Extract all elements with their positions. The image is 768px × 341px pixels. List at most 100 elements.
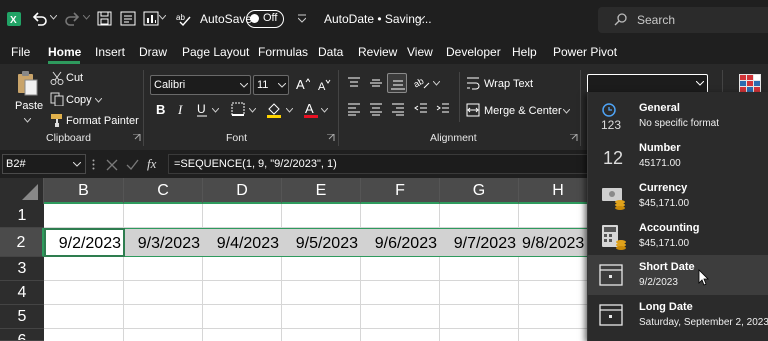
customize-dropdown-icon[interactable] [159, 15, 166, 20]
format-painter-label[interactable]: Format Painter [66, 115, 139, 127]
clipboard-launcher-icon[interactable] [133, 134, 141, 142]
tab-draw[interactable]: Draw [139, 45, 167, 59]
row-header-5[interactable]: 5 [0, 305, 44, 329]
paste-icon[interactable] [16, 70, 38, 96]
format-option-accounting[interactable]: Accounting $45,171.00 [588, 216, 768, 256]
fill-dropdown-icon[interactable] [286, 108, 293, 113]
row-header-6[interactable]: 6 [0, 329, 44, 341]
decrease-font-icon[interactable]: A [318, 79, 332, 91]
tab-view[interactable]: View [407, 45, 433, 59]
column-header-e[interactable]: E [282, 178, 361, 204]
column-header-d[interactable]: D [203, 178, 282, 204]
format-painter-icon[interactable] [50, 113, 64, 127]
tab-data[interactable]: Data [318, 45, 343, 59]
column-header-f[interactable]: F [361, 178, 440, 204]
cell-d2[interactable]: 9/4/2023 [203, 230, 279, 257]
font-name-select[interactable]: Calibri [150, 75, 251, 95]
row-header-2[interactable]: 2 [0, 228, 44, 257]
chart-icon[interactable] [143, 11, 159, 26]
row-header-4[interactable]: 4 [0, 281, 44, 305]
underline-icon[interactable]: U [196, 102, 208, 117]
font-launcher-icon[interactable] [327, 134, 335, 142]
cell-e2[interactable]: 9/5/2023 [282, 230, 358, 257]
align-right-icon[interactable] [391, 102, 405, 116]
title-chevron-down-icon[interactable] [417, 16, 425, 21]
format-option-general[interactable]: 123 General No specific format [588, 96, 768, 136]
tab-review[interactable]: Review [358, 45, 397, 59]
align-left-icon[interactable] [347, 102, 361, 116]
row-header-3[interactable]: 3 [0, 257, 44, 281]
redo-dropdown-icon[interactable] [83, 15, 90, 20]
merge-center-icon[interactable] [466, 103, 480, 117]
increase-font-icon[interactable]: A [296, 77, 310, 91]
insert-function-icon[interactable]: fx [147, 156, 156, 172]
select-all-button[interactable] [0, 178, 44, 204]
format-option-long-date[interactable]: Long Date Saturday, September 2, 2023 [588, 295, 768, 335]
column-header-b[interactable]: B [44, 178, 124, 204]
cell-c2[interactable]: 9/3/2023 [124, 230, 200, 257]
search-box[interactable]: Search [598, 7, 768, 33]
orientation-icon[interactable]: ab [414, 75, 430, 90]
row-header-1[interactable]: 1 [0, 204, 44, 228]
conditional-formatting-icon[interactable] [739, 74, 761, 94]
underline-dropdown-icon[interactable] [212, 108, 219, 113]
undo-icon[interactable] [31, 11, 49, 27]
merge-center-label[interactable]: Merge & Center [484, 105, 562, 117]
format-option-currency[interactable]: Currency $45,171.00 [588, 176, 768, 216]
copy-label[interactable]: Copy [66, 94, 92, 106]
merge-dropdown-icon[interactable] [563, 109, 570, 114]
align-center-icon[interactable] [369, 102, 383, 116]
font-color-icon[interactable]: A [304, 101, 318, 118]
more-icon[interactable] [92, 159, 95, 170]
increase-indent-icon[interactable] [436, 102, 450, 116]
cancel-icon[interactable] [106, 159, 118, 171]
tab-insert[interactable]: Insert [95, 45, 125, 59]
tab-developer[interactable]: Developer [446, 45, 501, 59]
align-bottom-icon[interactable] [387, 73, 407, 93]
copy-icon[interactable] [50, 92, 64, 106]
align-top-icon[interactable] [347, 76, 361, 90]
cell-b2[interactable]: 9/2/2023 [46, 230, 121, 257]
column-header-c[interactable]: C [124, 178, 203, 204]
align-middle-icon[interactable] [369, 76, 383, 90]
chevron-down-icon[interactable] [73, 162, 81, 167]
tab-help[interactable]: Help [512, 45, 537, 59]
font-size-select[interactable]: 11 [253, 75, 289, 95]
format-option-short-date[interactable]: Short Date 9/2/2023 [588, 255, 768, 295]
italic-icon[interactable]: I [176, 102, 188, 116]
borders-icon[interactable] [231, 102, 245, 116]
cell-g2[interactable]: 9/7/2023 [440, 230, 516, 257]
document-title[interactable]: AutoDate • Saving... [324, 12, 432, 26]
borders-dropdown-icon[interactable] [249, 108, 256, 113]
spelling-icon[interactable]: ab [176, 11, 192, 26]
cut-label[interactable]: Cut [66, 72, 83, 84]
alignment-launcher-icon[interactable] [570, 134, 578, 142]
orientation-dropdown-icon[interactable] [433, 81, 440, 86]
enter-icon[interactable] [126, 159, 139, 171]
undo-dropdown-icon[interactable] [50, 15, 57, 20]
qat-customize-icon[interactable] [298, 14, 306, 23]
column-header-g[interactable]: G [440, 178, 519, 204]
tab-file[interactable]: File [11, 45, 30, 59]
tab-formulas[interactable]: Formulas [258, 45, 308, 59]
fill-color-icon[interactable] [266, 101, 282, 118]
tab-power-pivot[interactable]: Power Pivot [553, 45, 617, 59]
redo-icon[interactable] [63, 11, 81, 27]
tab-home[interactable]: Home [48, 45, 81, 59]
cell-h2[interactable]: 9/8/2023 [522, 230, 587, 257]
tab-page-layout[interactable]: Page Layout [182, 45, 249, 59]
cell-f2[interactable]: 9/6/2023 [361, 230, 437, 257]
copy-dropdown-icon[interactable] [95, 98, 102, 103]
format-option-number[interactable]: 12 Number 45171.00 [588, 136, 768, 176]
cut-icon[interactable] [50, 71, 64, 85]
paste-dropdown-icon[interactable] [24, 118, 31, 123]
wrap-text-label[interactable]: Wrap Text [484, 78, 533, 90]
autosave-toggle[interactable]: Off [246, 10, 284, 28]
print-preview-icon[interactable] [120, 11, 136, 26]
paste-label[interactable]: Paste [15, 100, 43, 112]
name-box[interactable]: B2# [2, 154, 86, 174]
bold-icon[interactable]: B [155, 102, 167, 116]
save-icon[interactable] [97, 11, 112, 26]
wrap-text-icon[interactable] [466, 76, 480, 90]
font-color-dropdown-icon[interactable] [321, 108, 328, 113]
